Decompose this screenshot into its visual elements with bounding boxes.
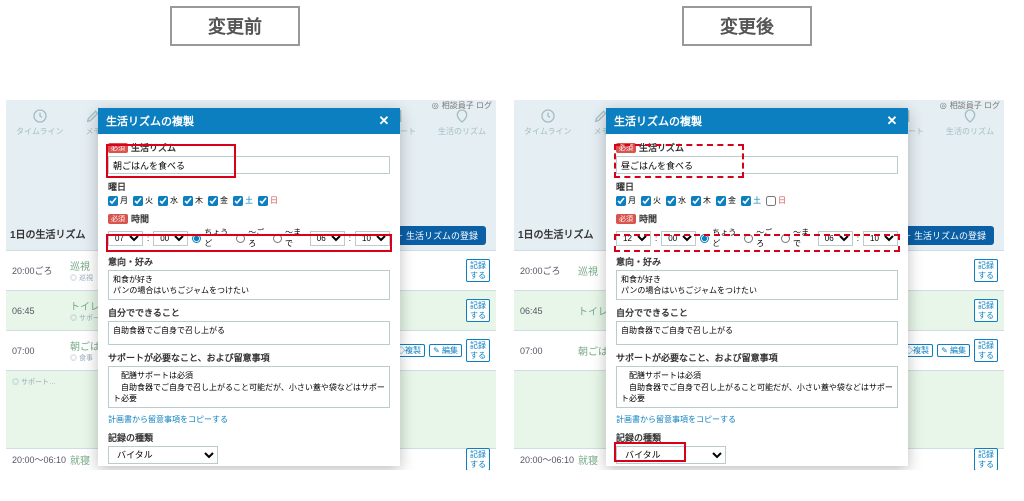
hour-select[interactable]: 07 (108, 231, 143, 246)
record-button[interactable]: 記録 する (974, 448, 998, 470)
panel-after: ◎相談員子 ログ タイムライン メモ ハイヤリ 顔写シート 生活のリズム 1日の… (514, 100, 1004, 470)
day-sat[interactable] (741, 196, 751, 206)
days-label: 曜日 (108, 180, 390, 193)
bg-register-button[interactable]: ＋ 生活リズムの登録 (894, 226, 994, 245)
pref-input[interactable]: 和食が好き パンの場合はいちごジャムをつけたい (108, 270, 390, 300)
rhythm-label: 必須生活リズム (616, 141, 898, 154)
day-sun[interactable] (766, 196, 776, 206)
day-tue[interactable] (641, 196, 651, 206)
panel-before: ◎相談員子 ログ タイムライン メモ ハイヤリ 顔写シート 生活のリズム 1日の… (6, 100, 496, 470)
self-input[interactable]: 自助食器でご自身で召し上がる (616, 321, 898, 345)
bg-register-button[interactable]: ＋ 生活リズムの登録 (386, 226, 486, 245)
rhythm-icon: 生活のリズム (438, 108, 486, 137)
rhythm-icon: 生活のリズム (946, 108, 994, 137)
edit-badge[interactable]: ✎ 編集 (937, 344, 970, 358)
time-label: 必須時間 (108, 212, 390, 225)
day-sat[interactable] (233, 196, 243, 206)
day-mon[interactable] (108, 196, 118, 206)
day-thu[interactable] (183, 196, 193, 206)
rhythm-label: 必須生活リズム (108, 141, 390, 154)
days-row: 月 火 水 木 金 土 日 (616, 195, 898, 206)
self-label: 自分でできること (616, 306, 898, 319)
time-label: 必須時間 (616, 212, 898, 225)
self-label: 自分でできること (108, 306, 390, 319)
support-input[interactable]: 配膳サポートは必須 自助食器でご自身で召し上がること可能だが、小さい蓋や袋などは… (616, 366, 898, 408)
day-sun[interactable] (258, 196, 268, 206)
copy-link[interactable]: 計画書から留意事項をコピーする (108, 414, 228, 425)
modal-header: 生活リズムの複製 ✕ (98, 108, 400, 134)
modal-title: 生活リズムの複製 (106, 113, 194, 129)
hour2-select[interactable]: 06 (310, 231, 345, 246)
duplicate-modal: 生活リズムの複製 ✕ 必須生活リズム 曜日 月 火 水 木 金 土 日 必須時間… (606, 108, 908, 466)
minute2-select[interactable]: 10 (863, 231, 898, 246)
record-button[interactable]: 記録 する (466, 448, 490, 470)
record-button[interactable]: 記録 する (974, 259, 998, 282)
radio-until[interactable] (273, 234, 282, 243)
radio-around[interactable] (744, 234, 753, 243)
record-button[interactable]: 記録 する (974, 339, 998, 362)
day-wed[interactable] (666, 196, 676, 206)
before-label: 変更前 (170, 6, 300, 46)
hour-select[interactable]: 12 (616, 231, 651, 246)
day-fri[interactable] (208, 196, 218, 206)
day-mon[interactable] (616, 196, 626, 206)
record-button[interactable]: 記録 する (466, 339, 490, 362)
rhythm-input[interactable] (616, 156, 898, 174)
pref-label: 意向・好み (616, 255, 898, 268)
minute2-select[interactable]: 10 (355, 231, 390, 246)
edit-badge[interactable]: ✎ 編集 (429, 344, 462, 358)
duplicate-modal: 生活リズムの複製 ✕ 必須生活リズム 曜日 月 火 水 木 金 土 日 必須時間… (98, 108, 400, 466)
radio-just[interactable] (192, 234, 201, 243)
minute-select[interactable]: 00 (661, 231, 696, 246)
recordtype-label: 記録の種類 (616, 431, 898, 444)
timeline-icon: タイムライン (16, 108, 63, 137)
pref-label: 意向・好み (108, 255, 390, 268)
radio-until[interactable] (781, 234, 790, 243)
days-label: 曜日 (616, 180, 898, 193)
support-label: サポートが必要なこと、および留意事項 (616, 351, 898, 364)
recordtype-select[interactable]: バイタル (616, 446, 726, 464)
radio-just[interactable] (700, 234, 709, 243)
record-button[interactable]: 記録 する (466, 299, 490, 322)
after-label: 変更後 (682, 6, 812, 46)
time-row: 07: 00 ちょうど ～ごろ ～まで 06: 10 (108, 227, 390, 249)
day-fri[interactable] (716, 196, 726, 206)
timeline-icon: タイムライン (524, 108, 571, 137)
radio-around[interactable] (236, 234, 245, 243)
day-tue[interactable] (133, 196, 143, 206)
bg-title: 1日の生活リズム (518, 226, 594, 241)
support-input[interactable]: 配膳サポートは必須 自助食器でご自身で召し上がること可能だが、小さい蓋や袋などは… (108, 366, 390, 408)
day-thu[interactable] (691, 196, 701, 206)
rhythm-input[interactable] (108, 156, 390, 174)
days-row: 月 火 水 木 金 土 日 (108, 195, 390, 206)
pref-input[interactable]: 和食が好き パンの場合はいちごジャムをつけたい (616, 270, 898, 300)
support-label: サポートが必要なこと、および留意事項 (108, 351, 390, 364)
recordtype-select[interactable]: バイタル (108, 446, 218, 464)
modal-title: 生活リズムの複製 (614, 113, 702, 129)
close-icon[interactable]: ✕ (376, 113, 392, 129)
self-input[interactable]: 自助食器でご自身で召し上がる (108, 321, 390, 345)
time-row: 12: 00 ちょうど ～ごろ ～まで 06: 10 (616, 227, 898, 249)
recordtype-label: 記録の種類 (108, 431, 390, 444)
day-wed[interactable] (158, 196, 168, 206)
hour2-select[interactable]: 06 (818, 231, 853, 246)
modal-header: 生活リズムの複製 ✕ (606, 108, 908, 134)
bg-title: 1日の生活リズム (10, 226, 86, 241)
record-button[interactable]: 記録 する (466, 259, 490, 282)
minute-select[interactable]: 00 (153, 231, 188, 246)
record-button[interactable]: 記録 する (974, 299, 998, 322)
close-icon[interactable]: ✕ (884, 113, 900, 129)
copy-link[interactable]: 計画書から留意事項をコピーする (616, 414, 736, 425)
